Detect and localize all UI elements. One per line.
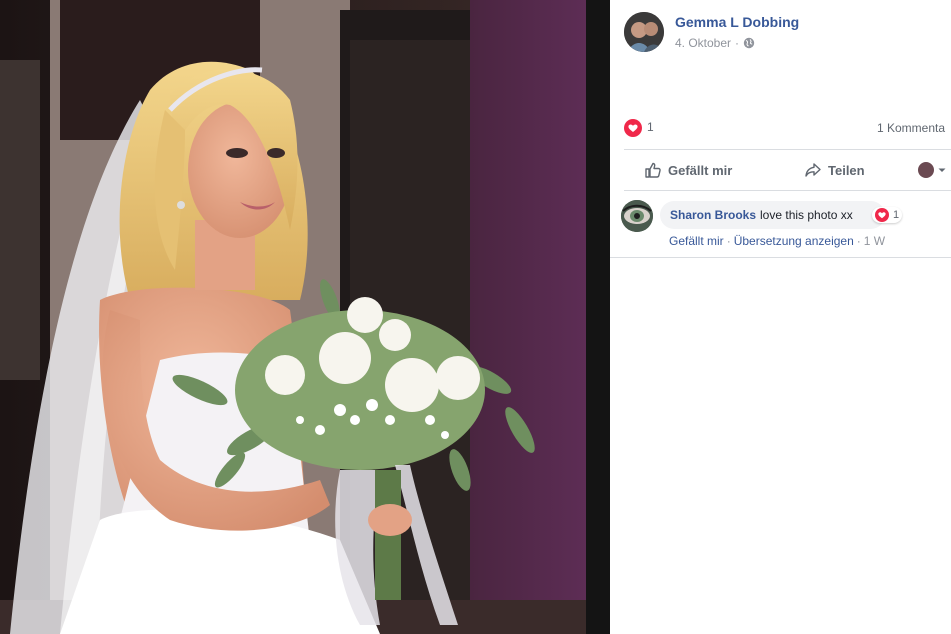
post-panel: Gemma L Dobbing 4. Oktober · 1 1 Komment… <box>610 0 951 634</box>
like-button[interactable]: Gefällt mir <box>644 158 732 182</box>
translate-link[interactable]: Übersetzung anzeigen <box>734 234 854 248</box>
author-name-link[interactable]: Gemma L Dobbing <box>675 14 799 30</box>
comment-timestamp-link[interactable]: 1 W <box>864 234 885 248</box>
comment-actions: Gefällt mir · Übersetzung anzeigen · 1 W <box>669 234 885 248</box>
share-button[interactable]: Teilen <box>804 158 865 182</box>
comment-actions-separator: · <box>726 234 731 248</box>
heart-icon <box>878 212 886 219</box>
photo-viewer-divider <box>586 0 610 634</box>
chevron-down-icon <box>938 168 946 172</box>
bride-photo-illustration <box>0 0 586 634</box>
comment-actions-separator: · <box>856 234 861 248</box>
heart-icon <box>628 124 638 132</box>
author-avatar[interactable] <box>624 12 664 52</box>
comment-reaction-badge[interactable]: 1 <box>872 207 903 223</box>
share-button-label: Teilen <box>828 162 865 178</box>
post-date-link[interactable]: 4. Oktober <box>675 36 731 50</box>
share-arrow-icon <box>805 163 821 177</box>
reaction-summary[interactable]: 1 1 Kommenta <box>624 118 951 138</box>
meta-separator: · <box>735 36 740 50</box>
love-reaction-icon <box>875 208 889 222</box>
comment-count-link[interactable]: 1 Kommenta <box>877 121 945 135</box>
comment-like-link[interactable]: Gefällt mir <box>669 234 724 248</box>
divider <box>610 257 951 258</box>
globe-icon[interactable] <box>743 37 755 49</box>
commenter-avatar[interactable] <box>621 200 653 232</box>
commenter-name-link[interactable]: Sharon Brooks <box>670 208 756 222</box>
divider <box>624 190 951 191</box>
love-reaction-icon[interactable] <box>624 119 642 137</box>
comment-reaction-count: 1 <box>893 209 900 221</box>
comment-bubble: Sharon Brooks love this photo xx <box>660 201 885 229</box>
like-button-label: Gefällt mir <box>668 162 733 178</box>
divider <box>624 149 951 150</box>
comment-text: love this photo xx <box>760 208 853 222</box>
author-avatar-image <box>624 12 664 52</box>
post-photo[interactable] <box>0 0 586 634</box>
current-user-avatar <box>918 162 934 178</box>
reaction-identity-selector[interactable] <box>918 158 947 182</box>
reaction-count[interactable]: 1 <box>647 120 654 134</box>
post-meta: 4. Oktober · <box>675 36 755 50</box>
commenter-avatar-image <box>621 200 653 232</box>
thumbs-up-icon <box>645 162 661 178</box>
